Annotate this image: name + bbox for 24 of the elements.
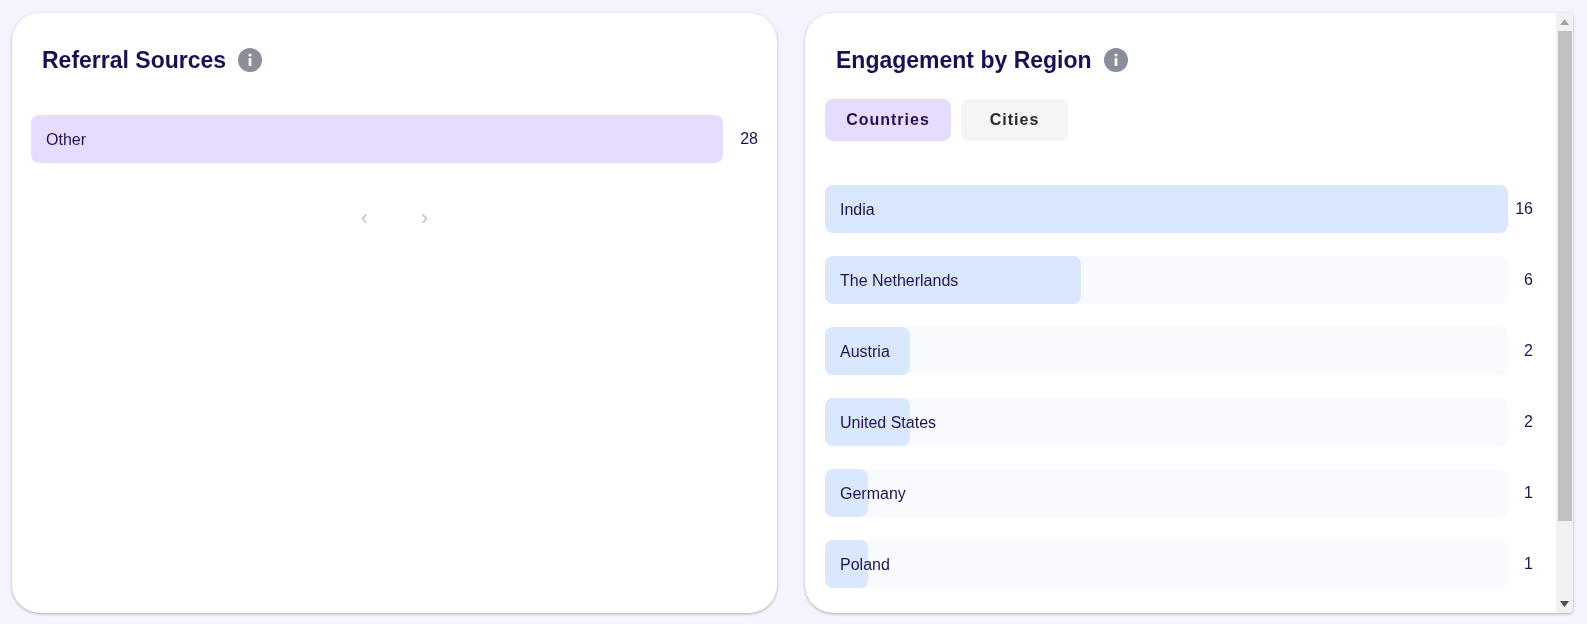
scrollbar[interactable] (1556, 13, 1573, 613)
scroll-down-icon[interactable] (1560, 601, 1569, 607)
bar-label: Other (46, 130, 86, 150)
bar-label: Austria (840, 342, 890, 362)
card-title: Referral Sources (42, 45, 227, 75)
tab[interactable]: Cities (961, 99, 1068, 141)
bar-value: 1 (1523, 483, 1533, 503)
tab[interactable]: Countries (825, 99, 951, 141)
info-icon[interactable] (238, 48, 263, 72)
bar-label: United States (840, 413, 937, 433)
scroll-up-icon[interactable] (1560, 19, 1569, 25)
bar-value: 2 (1523, 412, 1533, 432)
scrollbar-thumb[interactable] (1557, 31, 1572, 521)
bar-value: 1 (1523, 554, 1533, 574)
card-title: Engagement by Region (836, 45, 1092, 75)
bar-label: Germany (840, 484, 906, 504)
bar-label: The Netherlands (840, 271, 959, 291)
bar-value: 16 (1514, 199, 1533, 219)
info-icon[interactable] (1103, 48, 1128, 72)
bar-label: India (840, 200, 875, 220)
bar-label: Poland (840, 555, 890, 575)
bar-value: 6 (1523, 270, 1533, 290)
bar-value: 2 (1523, 341, 1533, 361)
bar-value: 28 (739, 129, 758, 149)
